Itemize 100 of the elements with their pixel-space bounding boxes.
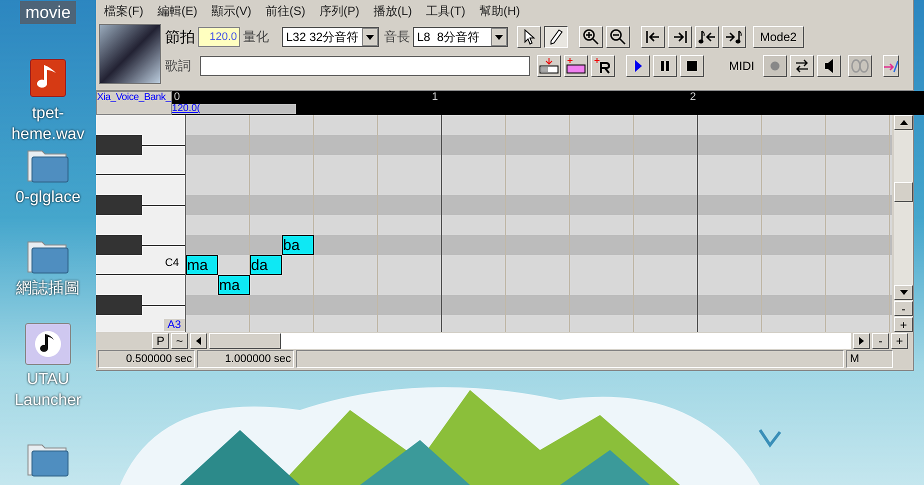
- right-triangle-icon: [859, 336, 864, 344]
- pause-icon: [660, 60, 670, 72]
- icon-label: tpet-: [32, 104, 64, 124]
- arrow-note-icon: [725, 29, 743, 45]
- previous-note-button[interactable]: [695, 26, 719, 48]
- quantize-dropdown[interactable]: L32 32分音符: [282, 27, 379, 47]
- menu-item[interactable]: 顯示(V): [211, 2, 252, 20]
- pencil-icon: [549, 29, 563, 45]
- go-to-end-button[interactable]: [668, 26, 692, 48]
- length-label: 音長: [384, 28, 410, 46]
- scroll-up-button[interactable]: [894, 115, 913, 130]
- tempo-label: 節拍: [165, 28, 195, 46]
- music-note-icon[interactable]: [25, 323, 71, 365]
- speaker-icon: [823, 59, 836, 73]
- dropdown-arrow-icon: [495, 34, 503, 40]
- quantize-label: 量化: [243, 28, 269, 46]
- note-arrow-icon: [698, 29, 716, 45]
- double-circle-button[interactable]: [848, 55, 872, 77]
- status-cell: 0.500000 sec: [98, 350, 195, 368]
- avatar-placeholder: [99, 24, 161, 84]
- icon-label: 網誌插圖: [16, 278, 80, 299]
- arrow-tool-button[interactable]: [883, 55, 900, 77]
- toggle-button[interactable]: ~: [171, 332, 188, 348]
- tempo-marker: 120.0(: [172, 104, 296, 114]
- length-dropdown[interactable]: L8 8分音符: [413, 27, 508, 47]
- zoom-step-button[interactable]: +: [891, 332, 908, 348]
- record-icon: [770, 61, 780, 71]
- note-block[interactable]: da: [250, 255, 282, 275]
- stop-icon: [687, 61, 697, 71]
- play-button[interactable]: [626, 55, 650, 77]
- icon-label: 0-glglace: [16, 188, 80, 208]
- speaker-button[interactable]: [817, 55, 842, 77]
- insert-bar-icon: [539, 58, 559, 74]
- double-circle-icon: [850, 59, 870, 73]
- measure-number: 1: [430, 91, 440, 104]
- icon-label: Launcher: [14, 391, 82, 411]
- zoom-step-button[interactable]: -: [894, 301, 913, 316]
- scroll-down-button[interactable]: [894, 285, 913, 300]
- desktop-label[interactable]: movie: [20, 1, 76, 24]
- cursor-arrow-icon: [522, 29, 536, 45]
- status-cell: 1.000000 sec: [197, 350, 294, 368]
- pause-button[interactable]: [653, 55, 677, 77]
- menu-item[interactable]: 前往(S): [265, 2, 306, 20]
- insert-note-button[interactable]: [537, 55, 561, 77]
- swap-arrows-icon: [794, 58, 810, 74]
- music-file-icon[interactable]: [30, 59, 66, 97]
- track-name[interactable]: Xia_Voice_Bank_: [96, 91, 172, 115]
- menu-item[interactable]: 播放(L): [373, 2, 412, 20]
- note-block[interactable]: ba: [282, 235, 314, 255]
- tempo-field[interactable]: 120.0: [198, 27, 240, 47]
- note-label: A3: [164, 319, 185, 331]
- menu-item[interactable]: 工具(T): [426, 2, 466, 20]
- timeline-ruler[interactable]: 0 1 2 120.0(: [172, 91, 924, 115]
- mode-button[interactable]: Mode2: [753, 26, 804, 48]
- zoom-out-button[interactable]: [606, 26, 630, 48]
- menu-item[interactable]: 檔案(F): [104, 2, 144, 20]
- add-rest-button[interactable]: [591, 55, 615, 77]
- zoom-in-button[interactable]: [579, 26, 603, 48]
- down-triangle-icon: [900, 290, 908, 295]
- left-triangle-icon: [196, 336, 201, 344]
- plus-r-icon: [593, 58, 613, 74]
- stop-button[interactable]: [680, 55, 704, 77]
- scrollbar-thumb[interactable]: [209, 332, 281, 348]
- play-icon: [633, 60, 643, 72]
- add-bar-icon: [566, 58, 586, 74]
- note-block[interactable]: ma: [218, 275, 250, 295]
- next-note-button[interactable]: [722, 26, 746, 48]
- note-label: C4: [164, 257, 179, 269]
- go-to-start-button[interactable]: [641, 26, 665, 48]
- menu-item[interactable]: 序列(P): [319, 2, 360, 20]
- arrow-to-bar-icon: [645, 30, 661, 44]
- measure-number: 2: [688, 91, 698, 104]
- up-triangle-icon: [900, 120, 908, 125]
- lyric-label: 歌詞: [165, 57, 192, 75]
- zoom-step-button[interactable]: +: [894, 317, 913, 332]
- swap-button[interactable]: [790, 55, 814, 77]
- scroll-left-button[interactable]: [190, 332, 207, 348]
- record-button[interactable]: [763, 55, 788, 77]
- toggle-button[interactable]: P: [152, 332, 169, 348]
- scrollbar-thumb[interactable]: [894, 182, 913, 202]
- menu-item[interactable]: 幫助(H): [479, 2, 520, 20]
- midi-label: MIDI: [729, 59, 754, 73]
- zoom-in-icon: [582, 28, 600, 46]
- scroll-right-button[interactable]: [853, 332, 870, 348]
- arrow-line-icon: [884, 58, 898, 74]
- icon-label: UTAU: [26, 370, 70, 390]
- status-mode: M: [846, 350, 893, 368]
- zoom-out-icon: [609, 28, 627, 46]
- pointer-button[interactable]: [517, 26, 541, 48]
- menu-item[interactable]: 編輯(E): [157, 2, 198, 20]
- icon-label: heme.wav: [12, 125, 84, 145]
- arrow-to-bar-icon: [672, 30, 688, 44]
- add-note-button[interactable]: [564, 55, 588, 77]
- dropdown-arrow-icon: [366, 34, 374, 40]
- lyric-input[interactable]: [200, 56, 530, 76]
- measure-number: 0: [172, 91, 182, 104]
- note-block[interactable]: ma: [186, 255, 218, 275]
- pencil-button[interactable]: [544, 26, 568, 48]
- piano-roll-grid[interactable]: ma ma da ba: [185, 115, 892, 332]
- zoom-step-button[interactable]: -: [872, 332, 889, 348]
